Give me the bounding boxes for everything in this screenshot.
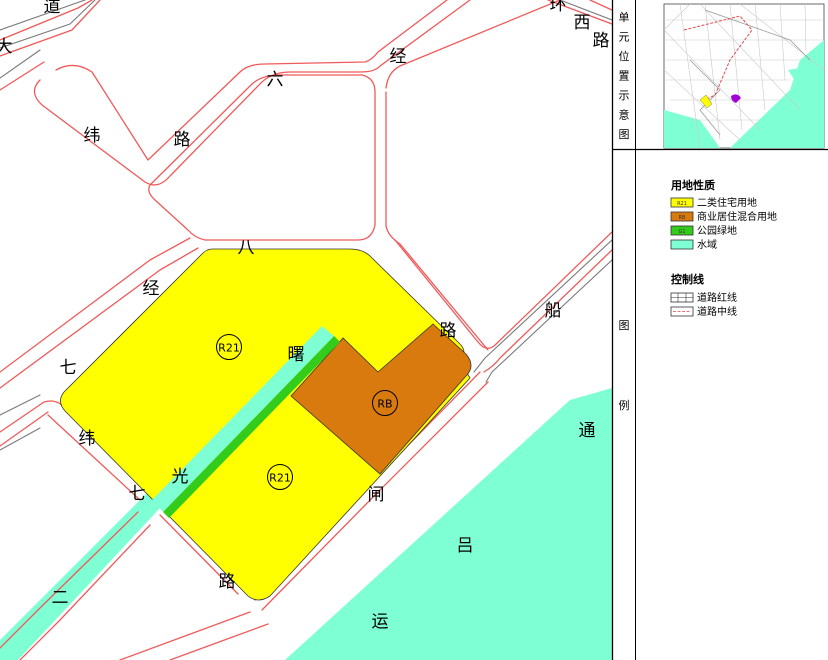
road-label: 环: [550, 0, 567, 15]
road-label: 七: [129, 484, 146, 504]
road-label: 路: [219, 572, 236, 592]
location-minimap[interactable]: [663, 3, 825, 149]
location-title-char: 图: [619, 128, 630, 141]
road-label: 纬: [79, 429, 96, 449]
location-title-char: 元: [619, 31, 630, 44]
legend-label: 商业居住混合用地: [697, 210, 777, 223]
legend-item-center-line: 道路中线: [670, 305, 737, 318]
legend-title-char: 图: [619, 319, 630, 332]
legend-item-land-use: RB 商业居住混合用地: [670, 210, 777, 223]
legend-item-red-line: 道路红线: [670, 291, 737, 304]
parcel-code-r21-top: R21: [218, 342, 240, 355]
road-label: 经: [143, 279, 160, 299]
legend-title-char: 例: [619, 398, 630, 412]
land-use-swatch-code: RB: [679, 215, 686, 221]
land-use-swatch-code: R21: [677, 201, 687, 207]
legend-control-heading: 控制线: [671, 272, 704, 286]
road-label: 船: [545, 301, 562, 321]
road-label: 路: [440, 321, 457, 341]
road-label: 光: [172, 467, 189, 487]
road-label: 七: [60, 358, 77, 378]
legend-land-use-heading: 用地性质: [671, 178, 715, 192]
legend-item-land-use: G1 公园绿地: [670, 224, 737, 237]
road-label: 吕: [457, 536, 474, 556]
parcel-code-rb: RB: [377, 398, 392, 411]
legend-label: 水域: [697, 238, 717, 251]
road-label: 路: [593, 31, 610, 51]
road-label: 八: [238, 238, 255, 258]
road-label: 二: [52, 588, 69, 608]
map-canvas[interactable]: R21 RB R21 道 大 环 西 路 经 六 纬 路 八 经 路 船 曙 七…: [0, 0, 612, 660]
legend-label: 道路中线: [697, 305, 737, 318]
road-label: 闸: [368, 485, 385, 505]
road-label: 经: [390, 47, 407, 67]
road-label: 道: [44, 0, 61, 17]
legend-label: 道路红线: [697, 291, 737, 304]
legend-label: 公园绿地: [697, 224, 737, 237]
legend-label: 二类住宅用地: [697, 196, 757, 209]
road-label: 纬: [84, 126, 101, 146]
location-title-char: 示: [619, 89, 630, 102]
planning-map-page: R21 RB R21 道 大 环 西 路 经 六 纬 路 八 经 路 船 曙 七…: [0, 0, 828, 660]
location-title-char: 位: [619, 49, 630, 63]
location-title-char: 意: [619, 108, 630, 122]
land-use-swatch: [670, 239, 694, 250]
location-title-char: 单: [619, 11, 630, 24]
road-label: 西: [574, 13, 591, 33]
side-panel: 单元位置示意图 图例 用地性质 R21 二类住宅用地RB 商业居住混合用地G1 …: [611, 0, 828, 660]
road-label: 运: [372, 612, 389, 632]
road-label: 路: [174, 130, 191, 150]
road-label: 六: [267, 70, 284, 90]
land-use-swatch-code: G1: [678, 229, 685, 235]
legend-item-land-use: R21 二类住宅用地: [670, 196, 757, 209]
road-label: 通: [579, 421, 596, 441]
road-label: 曙: [288, 345, 305, 365]
road-label: 大: [0, 37, 13, 57]
parcel-code-r21-bottom: R21: [269, 472, 291, 485]
map-svg: R21 RB R21 道 大 环 西 路 经 六 纬 路 八 经 路 船 曙 七…: [0, 0, 828, 660]
location-title-char: 置: [619, 70, 630, 83]
